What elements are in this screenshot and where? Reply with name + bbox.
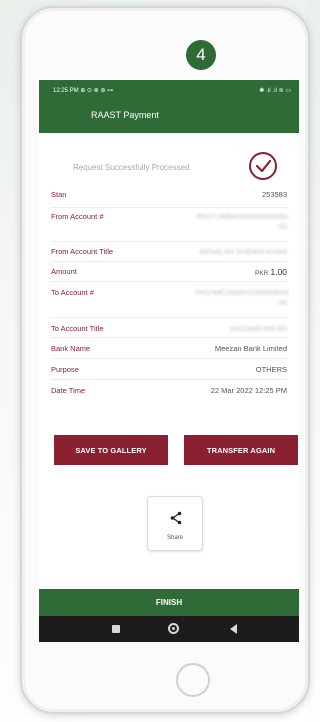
row-value: Meezan Bank Limited	[214, 344, 287, 353]
app-header: 12:25 PM ⊕ ⊙ ⊗ ⊛ ⊶ ✱ .ıl .ıl ≋ ▭ RAAST P…	[39, 80, 299, 133]
status-time: 12:25 PM ⊕ ⊙ ⊗ ⊛ ⊶	[53, 87, 113, 94]
success-check-icon	[249, 152, 277, 180]
phone-screen: 12:25 PM ⊕ ⊙ ⊗ ⊛ ⊶ ✱ .ıl .ıl ≋ ▭ RAAST P…	[39, 80, 299, 642]
row-label: Date Time	[51, 386, 86, 395]
home-icon[interactable]	[168, 623, 179, 634]
row-label: Bank Name	[51, 344, 91, 353]
step-badge: 4	[186, 40, 216, 70]
transfer-again-button[interactable]: TRANSFER AGAIN	[184, 435, 298, 465]
row-label: To Account #	[51, 288, 94, 297]
row-label: Amount	[51, 267, 77, 276]
row-value: PK07UMBK000000000956-00	[197, 212, 290, 231]
row-value: OTHERS	[255, 365, 287, 374]
row-label: From Account Title	[51, 247, 114, 256]
row-value: SADDAM MIEAD	[229, 324, 287, 333]
share-button[interactable]: Share	[147, 496, 203, 551]
row-label: To Account Title	[51, 324, 104, 333]
transaction-details: Stan 253583 From Account # PK07UMBK00000…	[39, 188, 299, 401]
row-value: PK07MEZN0003260409054 - 00	[195, 288, 289, 307]
notification-icons: ⊕ ⊙ ⊗ ⊛ ⊶	[80, 88, 114, 94]
detail-row-to-account: To Account # PK07MEZN0003260409054 - 00	[51, 282, 289, 318]
status-message-text: Request Successfully Processed	[73, 163, 190, 172]
row-value: 253583	[261, 190, 287, 199]
share-icon	[170, 511, 182, 525]
page-title: RAAST Payment	[91, 110, 159, 120]
detail-row-amount: Amount PKR 1.00	[51, 262, 287, 282]
finish-button[interactable]: FINISH	[39, 589, 299, 616]
row-value: 22 Mar 2022 12:25 PM	[210, 386, 287, 395]
row-label: Purpose	[51, 365, 79, 374]
back-icon[interactable]	[230, 624, 237, 634]
detail-row-to-title: To Account Title SADDAM MIEAD	[51, 318, 287, 338]
detail-row-stan: Stan 253583	[51, 188, 287, 208]
amount-value: PKR 1.00	[255, 267, 287, 281]
status-bar: 12:25 PM ⊕ ⊙ ⊗ ⊛ ⊶ ✱ .ıl .ıl ≋ ▭	[53, 87, 291, 97]
detail-row-purpose: Purpose OTHERS	[51, 359, 287, 380]
clock: 12:25 PM	[53, 88, 79, 94]
status-message: Request Successfully Processed	[39, 133, 299, 188]
detail-row-bank: Bank Name Meezan Bank Limited	[51, 338, 287, 359]
amount: 1.00	[270, 267, 287, 277]
row-label: From Account #	[51, 212, 104, 221]
share-label: Share	[166, 535, 183, 541]
recents-icon[interactable]	[112, 625, 120, 633]
signal-icons: ✱ .ıl .ıl ≋ ▭	[259, 88, 291, 94]
detail-row-from-title: From Account Title ARSALAN SHEIKH KHAN	[51, 242, 287, 262]
currency: PKR	[254, 270, 269, 277]
save-to-gallery-button[interactable]: SAVE TO GALLERY	[54, 435, 168, 465]
detail-row-from-account: From Account # PK07UMBK000000000956-00	[51, 208, 290, 242]
android-nav-bar	[39, 616, 299, 642]
row-value: ARSALAN SHEIKH KHAN	[199, 247, 287, 256]
row-label: Stan	[51, 190, 67, 199]
detail-row-datetime: Date Time 22 Mar 2022 12:25 PM	[51, 380, 287, 401]
home-button[interactable]	[176, 663, 210, 697]
